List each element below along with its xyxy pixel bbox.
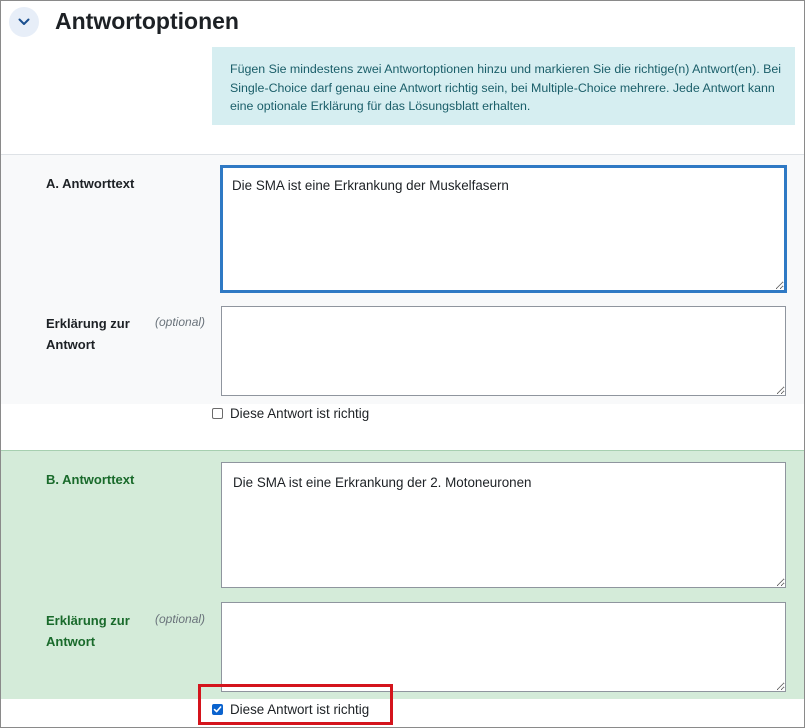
answer-b-label: B. Antworttext	[46, 472, 135, 487]
section-header: Antwortoptionen	[1, 1, 804, 51]
answer-options-panel: Antwortoptionen Fügen Sie mindestens zwe…	[0, 0, 805, 728]
correct-a-checkbox-row[interactable]: Diese Antwort ist richtig	[212, 406, 369, 421]
explanation-a-label: Erklärung zur Antwort	[46, 316, 130, 352]
section-title: Antwortoptionen	[55, 8, 239, 34]
collapse-toggle-button[interactable]	[9, 7, 39, 37]
chevron-down-icon	[18, 18, 30, 25]
explanation-a-textarea[interactable]	[221, 306, 786, 396]
explanation-a-optional-hint: (optional)	[155, 315, 206, 329]
correct-a-label: Diese Antwort ist richtig	[230, 406, 370, 421]
annotation-highlight-box	[198, 684, 393, 725]
answer-b-textarea[interactable]: Die SMA ist eine Erkrankung der 2. Moton…	[221, 462, 786, 588]
explanation-b-textarea[interactable]	[221, 602, 786, 692]
info-alert: Fügen Sie mindestens zwei Antwortoptione…	[212, 47, 795, 125]
explanation-b-label: Erklärung zur Antwort	[46, 613, 130, 649]
correct-a-checkbox[interactable]	[212, 408, 223, 419]
answer-a-textarea[interactable]: Die SMA ist eine Erkrankung der Muskelfa…	[220, 165, 787, 293]
answer-a-label: A. Antworttext	[46, 176, 135, 191]
explanation-b-optional-hint: (optional)	[155, 612, 206, 626]
info-text: Fügen Sie mindestens zwei Antwortoptione…	[230, 62, 781, 113]
